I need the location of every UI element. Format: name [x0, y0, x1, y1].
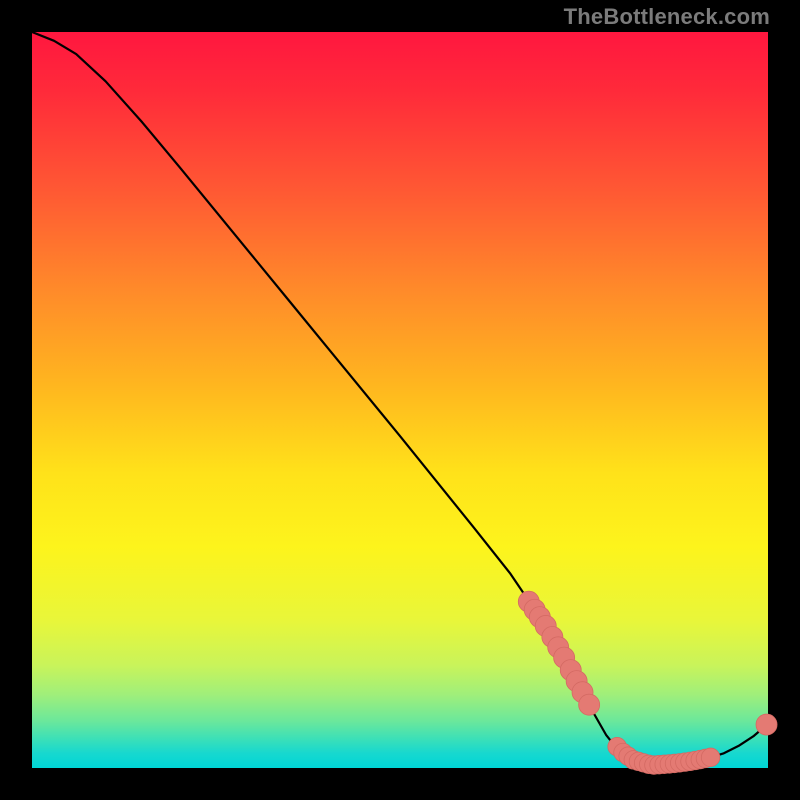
- chart-svg: [32, 32, 768, 768]
- watermark-text: TheBottleneck.com: [564, 4, 770, 30]
- chart-stage: TheBottleneck.com: [0, 0, 800, 800]
- chart-curve: [32, 32, 768, 765]
- chart-plot-area: [32, 32, 768, 768]
- chart-dot: [579, 694, 600, 715]
- chart-dot: [701, 748, 720, 767]
- chart-dot: [756, 714, 777, 735]
